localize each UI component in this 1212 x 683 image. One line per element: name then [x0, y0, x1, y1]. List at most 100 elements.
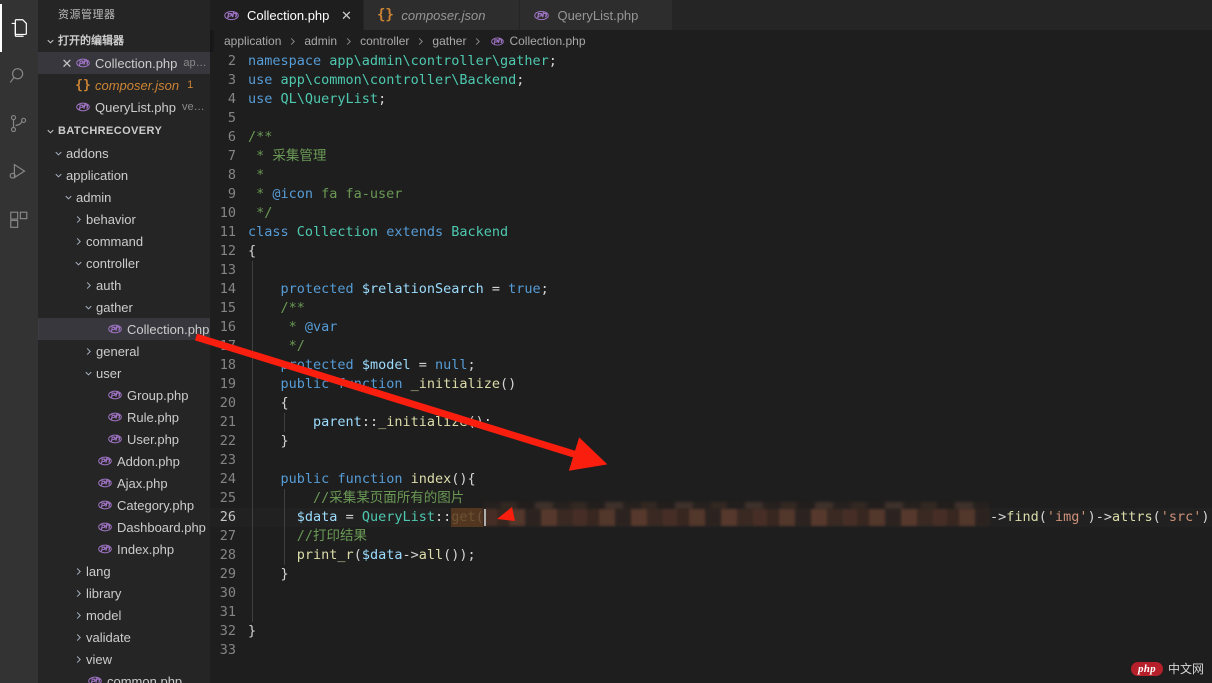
tree-folder[interactable]: auth: [38, 274, 210, 296]
breadcrumb-item[interactable]: Collection.php: [489, 34, 586, 48]
tree-folder[interactable]: view: [38, 648, 210, 670]
source-control-icon[interactable]: [0, 100, 38, 148]
tree-file[interactable]: Addon.php: [38, 450, 210, 472]
line-number: 30: [219, 585, 236, 601]
code-line[interactable]: 20 {: [210, 394, 1212, 413]
tree-folder[interactable]: admin: [38, 186, 210, 208]
open-editor-item[interactable]: QueryList.php ven…: [38, 96, 210, 118]
code-line[interactable]: 9 * @icon fa fa-user: [210, 185, 1212, 204]
tree-file[interactable]: Ajax.php: [38, 472, 210, 494]
chevron-down-icon: [52, 170, 64, 181]
chevron-down-icon: [42, 30, 58, 52]
tree-folder[interactable]: model: [38, 604, 210, 626]
code-line[interactable]: 28 print_r($data->all());: [210, 546, 1212, 565]
tree-file[interactable]: Rule.php: [38, 406, 210, 428]
workspace-root-header[interactable]: BATCHRECOVERY: [38, 120, 210, 142]
tree-folder[interactable]: lang: [38, 560, 210, 582]
close-icon[interactable]: ✕: [60, 57, 74, 70]
tree-file[interactable]: Collection.php: [38, 318, 210, 340]
code-line[interactable]: 26 $data = QueryList::get(->find('img')-…: [210, 502, 1212, 527]
code-line[interactable]: 17 */: [210, 337, 1212, 356]
editor-tab[interactable]: {} composer.json: [364, 0, 521, 30]
code-line[interactable]: 5: [210, 109, 1212, 128]
code-line[interactable]: 30: [210, 584, 1212, 603]
code-line[interactable]: 16 * @var: [210, 318, 1212, 337]
tree-file[interactable]: Category.php: [38, 494, 210, 516]
code-line-text: * @var: [248, 318, 1212, 337]
editor-tab[interactable]: Collection.php ✕: [210, 0, 365, 30]
tree-folder[interactable]: application: [38, 164, 210, 186]
code-line[interactable]: 29 }: [210, 565, 1212, 584]
tree-folder[interactable]: general: [38, 340, 210, 362]
tree-item-label: behavior: [86, 211, 136, 227]
open-editor-item[interactable]: ✕ Collection.php ap…: [38, 52, 210, 74]
code-line[interactable]: 21 parent::_initialize();: [210, 413, 1212, 432]
code-line[interactable]: 19 public function _initialize(): [210, 375, 1212, 394]
tree-file[interactable]: User.php: [38, 428, 210, 450]
indent-guide: [252, 470, 253, 489]
tree-item-label: Dashboard.php: [117, 519, 206, 535]
indent-guide: [252, 584, 253, 603]
tree-folder[interactable]: addons: [38, 142, 210, 164]
code-line[interactable]: 12 {: [210, 242, 1212, 261]
extensions-icon[interactable]: [0, 196, 38, 244]
tree-folder[interactable]: library: [38, 582, 210, 604]
code-line[interactable]: 11 class Collection extends Backend: [210, 223, 1212, 242]
tree-file[interactable]: common.php: [38, 670, 210, 683]
code-line[interactable]: 24 public function index(){: [210, 470, 1212, 489]
code-editor[interactable]: 2 namespace app\admin\controller\gather; 3…: [210, 52, 1212, 683]
php-icon: [106, 410, 124, 424]
code-line[interactable]: 31: [210, 603, 1212, 622]
code-line[interactable]: 6 /**: [210, 128, 1212, 147]
code-line[interactable]: 22 }: [210, 432, 1212, 451]
tree-folder[interactable]: validate: [38, 626, 210, 648]
code-line[interactable]: 10 */: [210, 204, 1212, 223]
code-line[interactable]: 27 //打印结果: [210, 527, 1212, 546]
code-line[interactable]: 4 use QL\QueryList;: [210, 90, 1212, 109]
tree-folder[interactable]: behavior: [38, 208, 210, 230]
close-icon[interactable]: ✕: [339, 9, 353, 22]
code-line-text: protected $model = null;: [248, 356, 1212, 375]
code-line[interactable]: 2 namespace app\admin\controller\gather;: [210, 52, 1212, 71]
code-line[interactable]: 33: [210, 641, 1212, 660]
open-editor-path: ap…: [183, 57, 207, 69]
code-line[interactable]: 8 *: [210, 166, 1212, 185]
tree-folder[interactable]: controller: [38, 252, 210, 274]
code-token: protected: [280, 281, 354, 297]
tree-folder[interactable]: gather: [38, 296, 210, 318]
code-line[interactable]: 32}: [210, 622, 1212, 641]
code-line[interactable]: 23: [210, 451, 1212, 470]
tree-file[interactable]: Group.php: [38, 384, 210, 406]
run-and-debug-icon[interactable]: [0, 148, 38, 196]
line-number: 14: [219, 281, 236, 297]
tree-file[interactable]: Index.php: [38, 538, 210, 560]
code-token: true: [508, 281, 541, 297]
breadcrumb-item[interactable]: application: [224, 34, 281, 48]
code-line[interactable]: 15 /**: [210, 299, 1212, 318]
breadcrumb-item[interactable]: controller: [360, 34, 409, 48]
open-editor-item[interactable]: {} composer.json 1: [38, 74, 210, 96]
code-line[interactable]: 18 protected $model = null;: [210, 356, 1212, 375]
tree-file[interactable]: Dashboard.php: [38, 516, 210, 538]
tree-folder[interactable]: user: [38, 362, 210, 384]
tree-folder[interactable]: command: [38, 230, 210, 252]
explorer-icon[interactable]: [0, 4, 38, 52]
breadcrumb-item[interactable]: admin: [304, 34, 337, 48]
breadcrumb-item[interactable]: gather: [432, 34, 466, 48]
editor-tab[interactable]: QueryList.php: [520, 0, 674, 30]
open-editors-header[interactable]: 打开的编辑器: [38, 30, 210, 52]
code-line[interactable]: 14 protected $relationSearch = true;: [210, 280, 1212, 299]
code-line[interactable]: 13: [210, 261, 1212, 280]
line-number: 4: [227, 91, 236, 107]
code-token: =: [345, 509, 354, 525]
code-line[interactable]: 7 * 采集管理: [210, 147, 1212, 166]
code-line[interactable]: 3 use app\common\controller\Backend;: [210, 71, 1212, 90]
tab-label: QueryList.php: [557, 7, 639, 23]
code-token: {: [280, 395, 289, 411]
search-icon[interactable]: [0, 52, 38, 100]
code-line-text: namespace app\admin\controller\gather;: [248, 52, 1212, 71]
code-token: *: [288, 319, 305, 335]
code-token: public: [280, 376, 330, 392]
